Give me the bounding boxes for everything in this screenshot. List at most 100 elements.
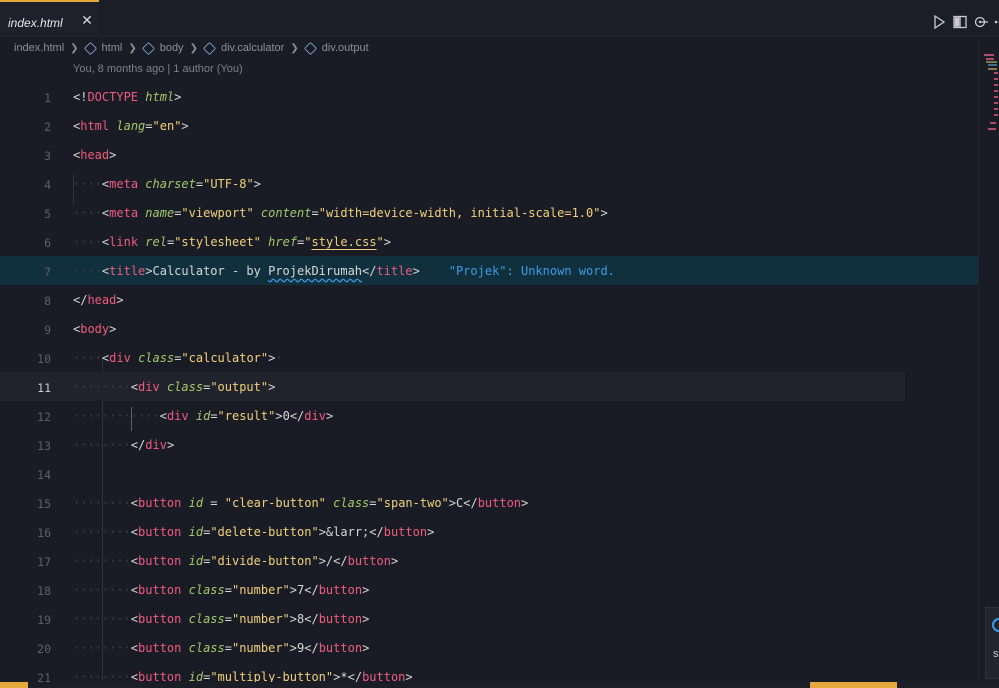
code-line[interactable]: 8 </head> — [0, 285, 978, 314]
token: "number" — [231, 583, 290, 597]
code-line[interactable]: 9 <body> — [0, 314, 978, 343]
code-line[interactable]: 17 ········<button id="divide-button">/<… — [0, 546, 978, 575]
token: " — [304, 235, 312, 249]
breadcrumb-item-html[interactable]: html — [102, 42, 123, 54]
token: button — [138, 583, 182, 597]
code-line[interactable]: 2 <html lang="en"> — [0, 111, 978, 140]
code-line[interactable]: 15 ········<button id = "clear-button" c… — [0, 488, 978, 517]
line-text: <!DOCTYPE html> — [73, 90, 181, 104]
line-text: ········</div> — [73, 438, 175, 452]
line-number: 16 — [37, 526, 51, 540]
breadcrumb-item-div-output[interactable]: div.output — [322, 42, 369, 54]
token: id — [188, 525, 204, 539]
breadcrumb-item-body[interactable]: body — [160, 42, 184, 54]
minimap[interactable] — [984, 52, 998, 136]
breadcrumb-item-div-calculator[interactable]: div.calculator — [221, 42, 284, 54]
notification-toast[interactable]: s — [985, 607, 999, 679]
token: "delete-button" — [210, 525, 319, 539]
token: "en" — [152, 119, 182, 133]
line-number: 9 — [44, 323, 51, 337]
code-line[interactable]: 6 ····<link rel="stylesheet" href="style… — [0, 227, 978, 256]
tab-bar: index.html ✕ — [0, 0, 999, 37]
token: class — [333, 496, 370, 510]
close-icon[interactable]: ✕ — [80, 13, 94, 27]
token: meta — [109, 206, 139, 220]
token: button — [318, 641, 363, 655]
chevron-right-icon: ❯ — [70, 42, 79, 54]
line-text: ········<button class="number">7</button… — [73, 583, 370, 597]
chevron-right-icon: ❯ — [290, 42, 299, 54]
code-line-current[interactable]: 11 ········<div class="output"> — [0, 372, 905, 401]
code-line[interactable]: 4 ····<meta charset="UTF-8"> — [0, 169, 978, 198]
code-line[interactable]: 10 ····<div class="calculator">· — [0, 343, 978, 372]
code-line[interactable]: 1 <!DOCTYPE html> — [0, 82, 978, 111]
token: <! — [73, 90, 88, 104]
token: id — [188, 554, 204, 568]
line-text: ········<button class="number">8</button… — [73, 612, 370, 626]
code-line[interactable]: 5 ····<meta name="viewport" content="wid… — [0, 198, 978, 227]
line-number: 6 — [44, 236, 51, 250]
token: href — [268, 235, 298, 249]
element-icon — [141, 41, 155, 55]
token: "span-two" — [376, 496, 449, 510]
code-line[interactable]: 16 ········<button id="delete-button">&l… — [0, 517, 978, 546]
code-line-diagnostic[interactable]: 7 ····<title>Calculator - by ProjekDirum… — [0, 256, 978, 285]
more-actions-icon[interactable] — [992, 14, 999, 30]
token: id — [188, 496, 204, 510]
token: "number" — [231, 612, 290, 626]
code-line[interactable]: 12 ············<div id="result">0</div> — [0, 401, 978, 430]
remote-indicator[interactable] — [0, 682, 28, 688]
line-number: 2 — [44, 120, 51, 134]
run-icon[interactable] — [931, 14, 947, 30]
line-number: 11 — [37, 381, 51, 395]
line-text: ····<meta charset="UTF-8"> — [73, 177, 261, 191]
token: head — [87, 293, 117, 307]
token: link — [109, 235, 139, 249]
link-token[interactable]: style.css — [312, 235, 377, 249]
git-blame-codelens[interactable]: You, 8 months ago | 1 author (You) — [73, 63, 243, 75]
token: content — [260, 206, 312, 220]
token: class — [188, 641, 225, 655]
token: class — [188, 583, 225, 597]
split-editor-icon[interactable] — [952, 14, 968, 30]
code-line[interactable]: 13 ········</div> — [0, 430, 978, 459]
token: button — [138, 525, 182, 539]
line-text: ········<button class="number">9</button… — [73, 641, 370, 655]
status-accent-item[interactable] — [810, 682, 897, 688]
line-number: 5 — [44, 207, 51, 221]
code-line[interactable]: 14 — [0, 459, 978, 488]
line-text: ········<button id = "clear-button" clas… — [73, 496, 529, 510]
line-number: 17 — [37, 555, 51, 569]
token: div — [166, 409, 189, 423]
line-number: 14 — [37, 468, 51, 482]
token: "clear-button" — [224, 496, 326, 510]
line-text: ············<div id="result">0</div> — [73, 409, 334, 423]
chevron-right-icon: ❯ — [189, 42, 198, 54]
token: "calculator" — [181, 351, 269, 365]
code-line[interactable]: 20 ········<button class="number">9</but… — [0, 633, 978, 662]
token: class — [138, 351, 175, 365]
breadcrumb: index.html ❯ html ❯ body ❯ div.calculato… — [14, 41, 369, 55]
spelling-error[interactable]: ProjekDirumah — [268, 264, 362, 278]
vertical-scrollbar[interactable] — [978, 40, 979, 680]
element-icon — [83, 41, 97, 55]
token: > — [174, 90, 182, 104]
chevron-right-icon: ❯ — [128, 42, 137, 54]
tab-index-html[interactable]: index.html ✕ — [0, 0, 99, 36]
line-text: ····<link rel="stylesheet" href="style.c… — [73, 235, 392, 249]
line-number: 1 — [44, 91, 51, 105]
token: button — [138, 496, 182, 510]
token: div — [138, 380, 160, 394]
breadcrumb-file[interactable]: index.html — [14, 42, 64, 54]
token: button — [347, 554, 391, 568]
token: button — [138, 641, 182, 655]
compare-changes-icon[interactable] — [973, 14, 989, 30]
token: "stylesheet" — [174, 235, 261, 249]
notification-text: s — [993, 648, 999, 660]
code-line[interactable]: 3 <head> — [0, 140, 978, 169]
line-number: 7 — [44, 265, 51, 279]
code-editor[interactable]: 1 <!DOCTYPE html> 2 <html lang="en"> 3 <… — [0, 80, 978, 685]
token: class — [188, 612, 225, 626]
code-line[interactable]: 19 ········<button class="number">8</but… — [0, 604, 978, 633]
code-line[interactable]: 18 ········<button class="number">7</but… — [0, 575, 978, 604]
